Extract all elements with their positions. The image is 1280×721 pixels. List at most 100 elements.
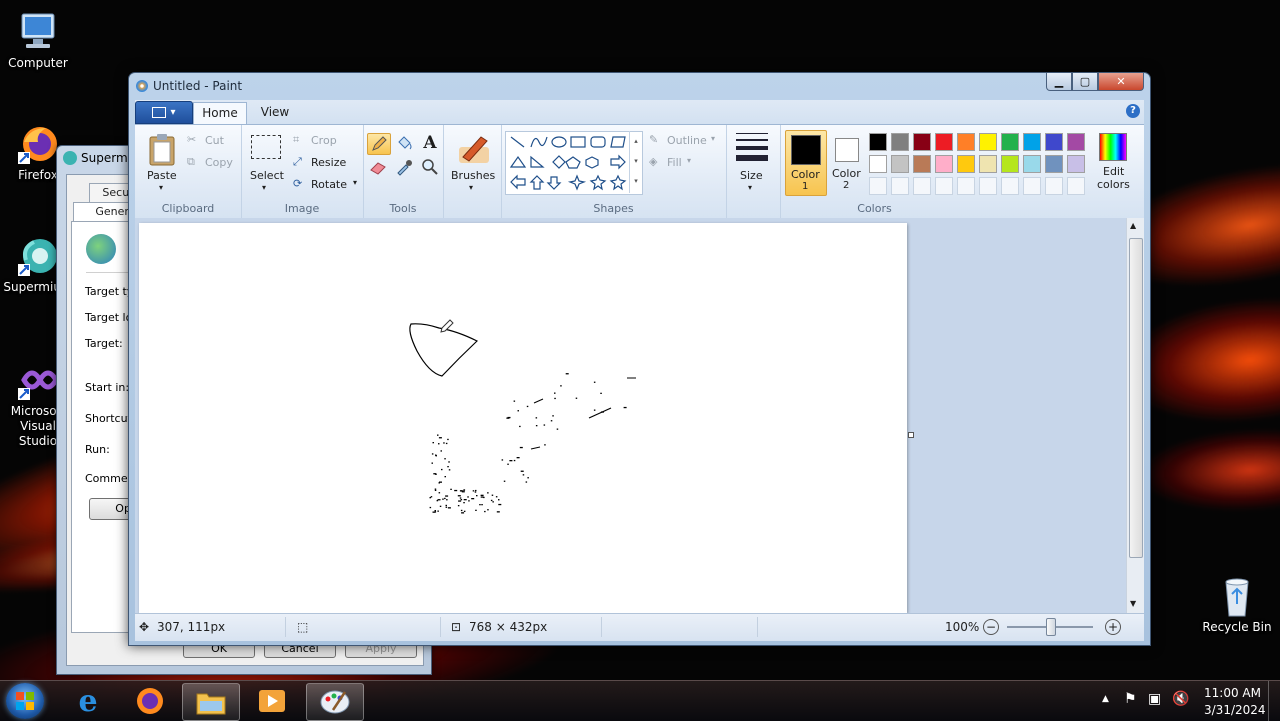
desktop-icon-computer[interactable]: Computer [0,10,76,71]
paint-window[interactable]: Untitled - Paint ▁ ▢ ✕ ▾ Home View ? Pas… [128,72,1151,646]
shapes-scroll[interactable]: ▴ ▾ ▾ [629,131,642,193]
edit-colors-button[interactable]: Edit colors [1089,131,1135,195]
brushes-dropdown[interactable]: ▾ [469,183,473,192]
minimize-button[interactable]: ▁ [1046,73,1072,91]
help-icon[interactable]: ? [1126,104,1140,118]
palette-swatch[interactable] [1067,133,1085,151]
zoom-out-button[interactable]: − [983,619,999,635]
palette-swatch[interactable] [869,155,887,173]
palette-swatch[interactable] [1023,133,1041,151]
palette-swatch-empty[interactable] [1067,177,1085,195]
palette-swatch[interactable] [891,155,909,173]
show-hidden-icons-arrow[interactable]: ▲ [1102,694,1109,704]
scroll-thumb[interactable] [1129,238,1143,558]
taskbar-internet-explorer[interactable]: e [60,683,116,719]
palette-swatch[interactable] [1001,155,1019,173]
rotate-button[interactable]: ⟳ Rotate ▾ [291,177,361,193]
palette-swatch-empty[interactable] [1045,177,1063,195]
network-icon[interactable]: ▣ [1148,691,1161,707]
zoom-in-button[interactable]: + [1105,619,1121,635]
cut-label: Cut [205,134,224,147]
taskbar-firefox[interactable] [122,683,178,719]
tab-view[interactable]: View [253,102,297,123]
palette-swatch[interactable] [1023,155,1041,173]
palette-swatch-empty[interactable] [957,177,975,195]
fill-dropdown: ▾ [687,156,692,165]
palette-swatch[interactable] [935,133,953,151]
palette-swatch[interactable] [891,133,909,151]
crop-button[interactable]: ⌗ Crop [291,133,357,149]
taskbar-file-explorer[interactable] [182,683,240,721]
palette-swatch-empty[interactable] [913,177,931,195]
brushes-button[interactable]: Brushes ▾ [447,131,499,193]
palette-swatch[interactable] [979,155,997,173]
palette-swatch-empty[interactable] [935,177,953,195]
select-label: Select [250,169,284,182]
volume-muted-icon[interactable]: 🔇 [1172,691,1189,707]
palette-swatch[interactable] [869,133,887,151]
select-dropdown[interactable]: ▾ [262,183,266,192]
taskbar-paint[interactable] [306,683,364,721]
vertical-scrollbar[interactable]: ▲ ▼ [1126,218,1144,613]
eraser-icon [370,162,386,175]
size-dropdown[interactable]: ▾ [748,183,752,192]
brushes-label: Brushes [451,169,496,182]
size-button[interactable]: Size ▾ [730,131,776,193]
palette-swatch[interactable] [1001,133,1019,151]
text-tool[interactable]: A [419,133,441,153]
palette-swatch[interactable] [913,155,931,173]
canvas-resize-handle[interactable] [908,432,914,438]
tab-home[interactable]: Home [193,102,247,124]
rotate-dropdown[interactable]: ▾ [353,178,357,187]
palette-swatch[interactable] [957,133,975,151]
palette-swatch[interactable] [1067,155,1085,173]
color1-button[interactable]: Color 1 [785,130,827,196]
taskbar-media-player[interactable] [244,683,300,719]
scroll-up-arrow[interactable]: ▲ [1130,221,1136,230]
fill-label: Fill [667,156,682,169]
cut-button[interactable]: ✂ Cut [185,133,237,149]
drawing-canvas[interactable] [139,223,907,613]
file-menu-button[interactable]: ▾ [135,101,193,124]
zoom-slider-thumb[interactable] [1046,618,1056,636]
fill-tool[interactable] [393,133,415,153]
clock-date[interactable]: 3/31/2024 [1204,703,1266,717]
clock-time[interactable]: 11:00 AM [1204,686,1261,700]
palette-swatch-empty[interactable] [891,177,909,195]
color-picker-tool[interactable] [393,157,415,177]
palette-swatch-empty[interactable] [869,177,887,195]
palette-swatch-empty[interactable] [1023,177,1041,195]
paint-titlebar[interactable]: Untitled - Paint ▁ ▢ ✕ [129,73,1150,99]
palette-swatch[interactable] [957,155,975,173]
color1-swatch [791,135,821,165]
ribbon: Paste ▾ ✂ Cut ⧉ Copy Clipboard Select ▾ … [135,124,1144,219]
fill-button[interactable]: ◈ Fill ▾ [647,155,723,171]
maximize-button[interactable]: ▢ [1072,73,1098,91]
window-title: Untitled - Paint [153,79,243,93]
paste-dropdown[interactable]: ▾ [159,183,163,192]
desktop-icon-recycle-bin[interactable]: Recycle Bin [1199,574,1275,635]
palette-swatch[interactable] [979,133,997,151]
scroll-down-arrow[interactable]: ▼ [1130,599,1136,608]
palette-swatch-empty[interactable] [979,177,997,195]
resize-button[interactable]: ⤢ Resize [291,155,357,171]
start-button[interactable] [6,683,44,719]
action-center-flag-icon[interactable]: ⚑ [1124,691,1137,707]
close-button[interactable]: ✕ [1098,73,1144,91]
eraser-tool[interactable] [367,157,389,177]
color2-button[interactable]: Color 2 [827,130,867,194]
outline-button[interactable]: ✎ Outline ▾ [647,133,723,149]
palette-swatch[interactable] [913,133,931,151]
palette-swatch-empty[interactable] [1001,177,1019,195]
taskbar: e ▲ ⚑ ▣ 🔇 11:00 AM 3/31/2024 [0,680,1280,721]
copy-button[interactable]: ⧉ Copy [185,155,237,171]
palette-swatch[interactable] [935,155,953,173]
show-desktop-button[interactable] [1268,681,1279,721]
magnifier-tool[interactable] [419,157,441,177]
group-label: Shapes [593,202,634,215]
pencil-tool[interactable] [367,133,391,155]
select-button[interactable]: Select ▾ [247,131,285,193]
palette-swatch[interactable] [1045,133,1063,151]
paste-button[interactable]: Paste ▾ [141,131,183,193]
palette-swatch[interactable] [1045,155,1063,173]
